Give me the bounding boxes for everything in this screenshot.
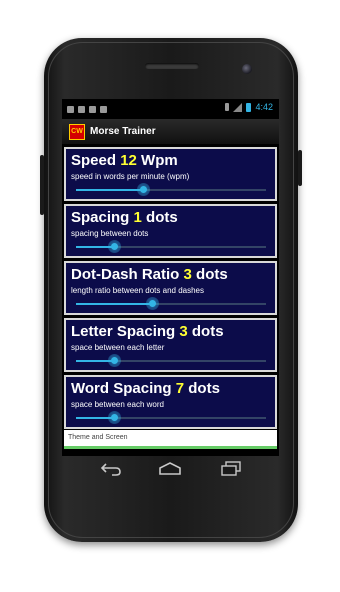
footer-accent-bar bbox=[64, 446, 277, 449]
setting-name: Letter Spacing bbox=[71, 323, 176, 340]
recent-apps-icon[interactable] bbox=[220, 461, 242, 476]
battery-icon bbox=[246, 102, 252, 112]
setting-description: speed in words per minute (wpm) bbox=[71, 172, 190, 181]
setting-description: length ratio between dots and dashes bbox=[71, 286, 204, 295]
setting-item[interactable]: Dot-Dash Ratio 3 dots length ratio betwee… bbox=[64, 261, 277, 315]
slider-track[interactable] bbox=[114, 246, 266, 248]
setting-description: space between each letter bbox=[71, 343, 165, 352]
volume-button bbox=[40, 155, 44, 215]
setting-item[interactable]: Spacing 1 dots spacing between dots bbox=[64, 204, 277, 258]
setting-unit: dots bbox=[196, 266, 228, 283]
setting-unit: dots bbox=[146, 209, 178, 226]
setting-value: 3 bbox=[179, 323, 188, 340]
theme-screen-item[interactable]: Theme and Screen bbox=[64, 430, 277, 446]
android-icon bbox=[100, 105, 107, 113]
slider-track[interactable] bbox=[114, 417, 266, 419]
vibrate-icon bbox=[225, 103, 230, 111]
slider-track-filled bbox=[76, 189, 143, 191]
app-title: Morse Trainer bbox=[90, 126, 156, 137]
slider-thumb[interactable] bbox=[108, 354, 121, 367]
setting-value: 3 bbox=[183, 266, 192, 283]
download-icon bbox=[78, 105, 85, 113]
slider-thumb[interactable] bbox=[146, 297, 159, 310]
power-button bbox=[298, 150, 302, 186]
front-camera bbox=[242, 64, 252, 74]
slider-thumb[interactable] bbox=[137, 183, 150, 196]
setting-name: Speed bbox=[71, 152, 117, 169]
setting-unit: Wpm bbox=[141, 152, 178, 169]
setting-item[interactable]: Speed 12 Wpm speed in words per minute (w… bbox=[64, 147, 277, 201]
slider-track-filled bbox=[76, 303, 152, 305]
setting-unit: dots bbox=[188, 380, 220, 397]
notification-icon bbox=[67, 105, 74, 113]
setting-unit: dots bbox=[191, 323, 224, 340]
usb-icon bbox=[89, 105, 96, 113]
slider-track[interactable] bbox=[152, 303, 266, 305]
setting-value: 7 bbox=[175, 380, 185, 397]
back-icon[interactable] bbox=[100, 462, 122, 476]
home-icon[interactable] bbox=[158, 462, 182, 476]
slider-thumb[interactable] bbox=[108, 240, 121, 253]
settings-list: Speed 12 Wpm speed in words per minute (w… bbox=[62, 145, 279, 429]
slider-track[interactable] bbox=[143, 189, 266, 191]
setting-item[interactable]: Word Spacing 7 dots space between each wo… bbox=[64, 375, 277, 429]
slider-track[interactable] bbox=[114, 360, 266, 362]
setting-title: Speed 12 Wpm bbox=[71, 152, 178, 169]
setting-item[interactable]: Letter Spacing 3 dots space between each … bbox=[64, 318, 277, 372]
setting-title: Dot-Dash Ratio 3 dots bbox=[71, 266, 228, 283]
setting-description: space between each word bbox=[71, 400, 164, 409]
setting-name: Word Spacing bbox=[71, 380, 172, 397]
setting-title: Spacing 1 dots bbox=[71, 209, 178, 226]
signal-icon bbox=[233, 102, 243, 112]
earpiece-speaker bbox=[145, 63, 199, 69]
status-clock: 4:42 bbox=[255, 102, 273, 112]
setting-name: Dot-Dash Ratio bbox=[71, 266, 180, 283]
phone-screen: 4:42 CW Morse Trainer Speed 12 Wpm speed … bbox=[62, 99, 279, 456]
setting-description: spacing between dots bbox=[71, 229, 149, 238]
app-icon[interactable]: CW bbox=[69, 123, 85, 140]
setting-title: Letter Spacing 3 dots bbox=[71, 323, 224, 340]
setting-name: Spacing bbox=[71, 209, 130, 226]
action-bar: CW Morse Trainer bbox=[62, 119, 279, 145]
slider-thumb[interactable] bbox=[108, 411, 121, 424]
setting-value: 12 bbox=[120, 152, 137, 169]
setting-value: 1 bbox=[133, 209, 142, 226]
setting-title: Word Spacing 7 dots bbox=[71, 380, 220, 397]
status-bar: 4:42 bbox=[62, 99, 279, 119]
